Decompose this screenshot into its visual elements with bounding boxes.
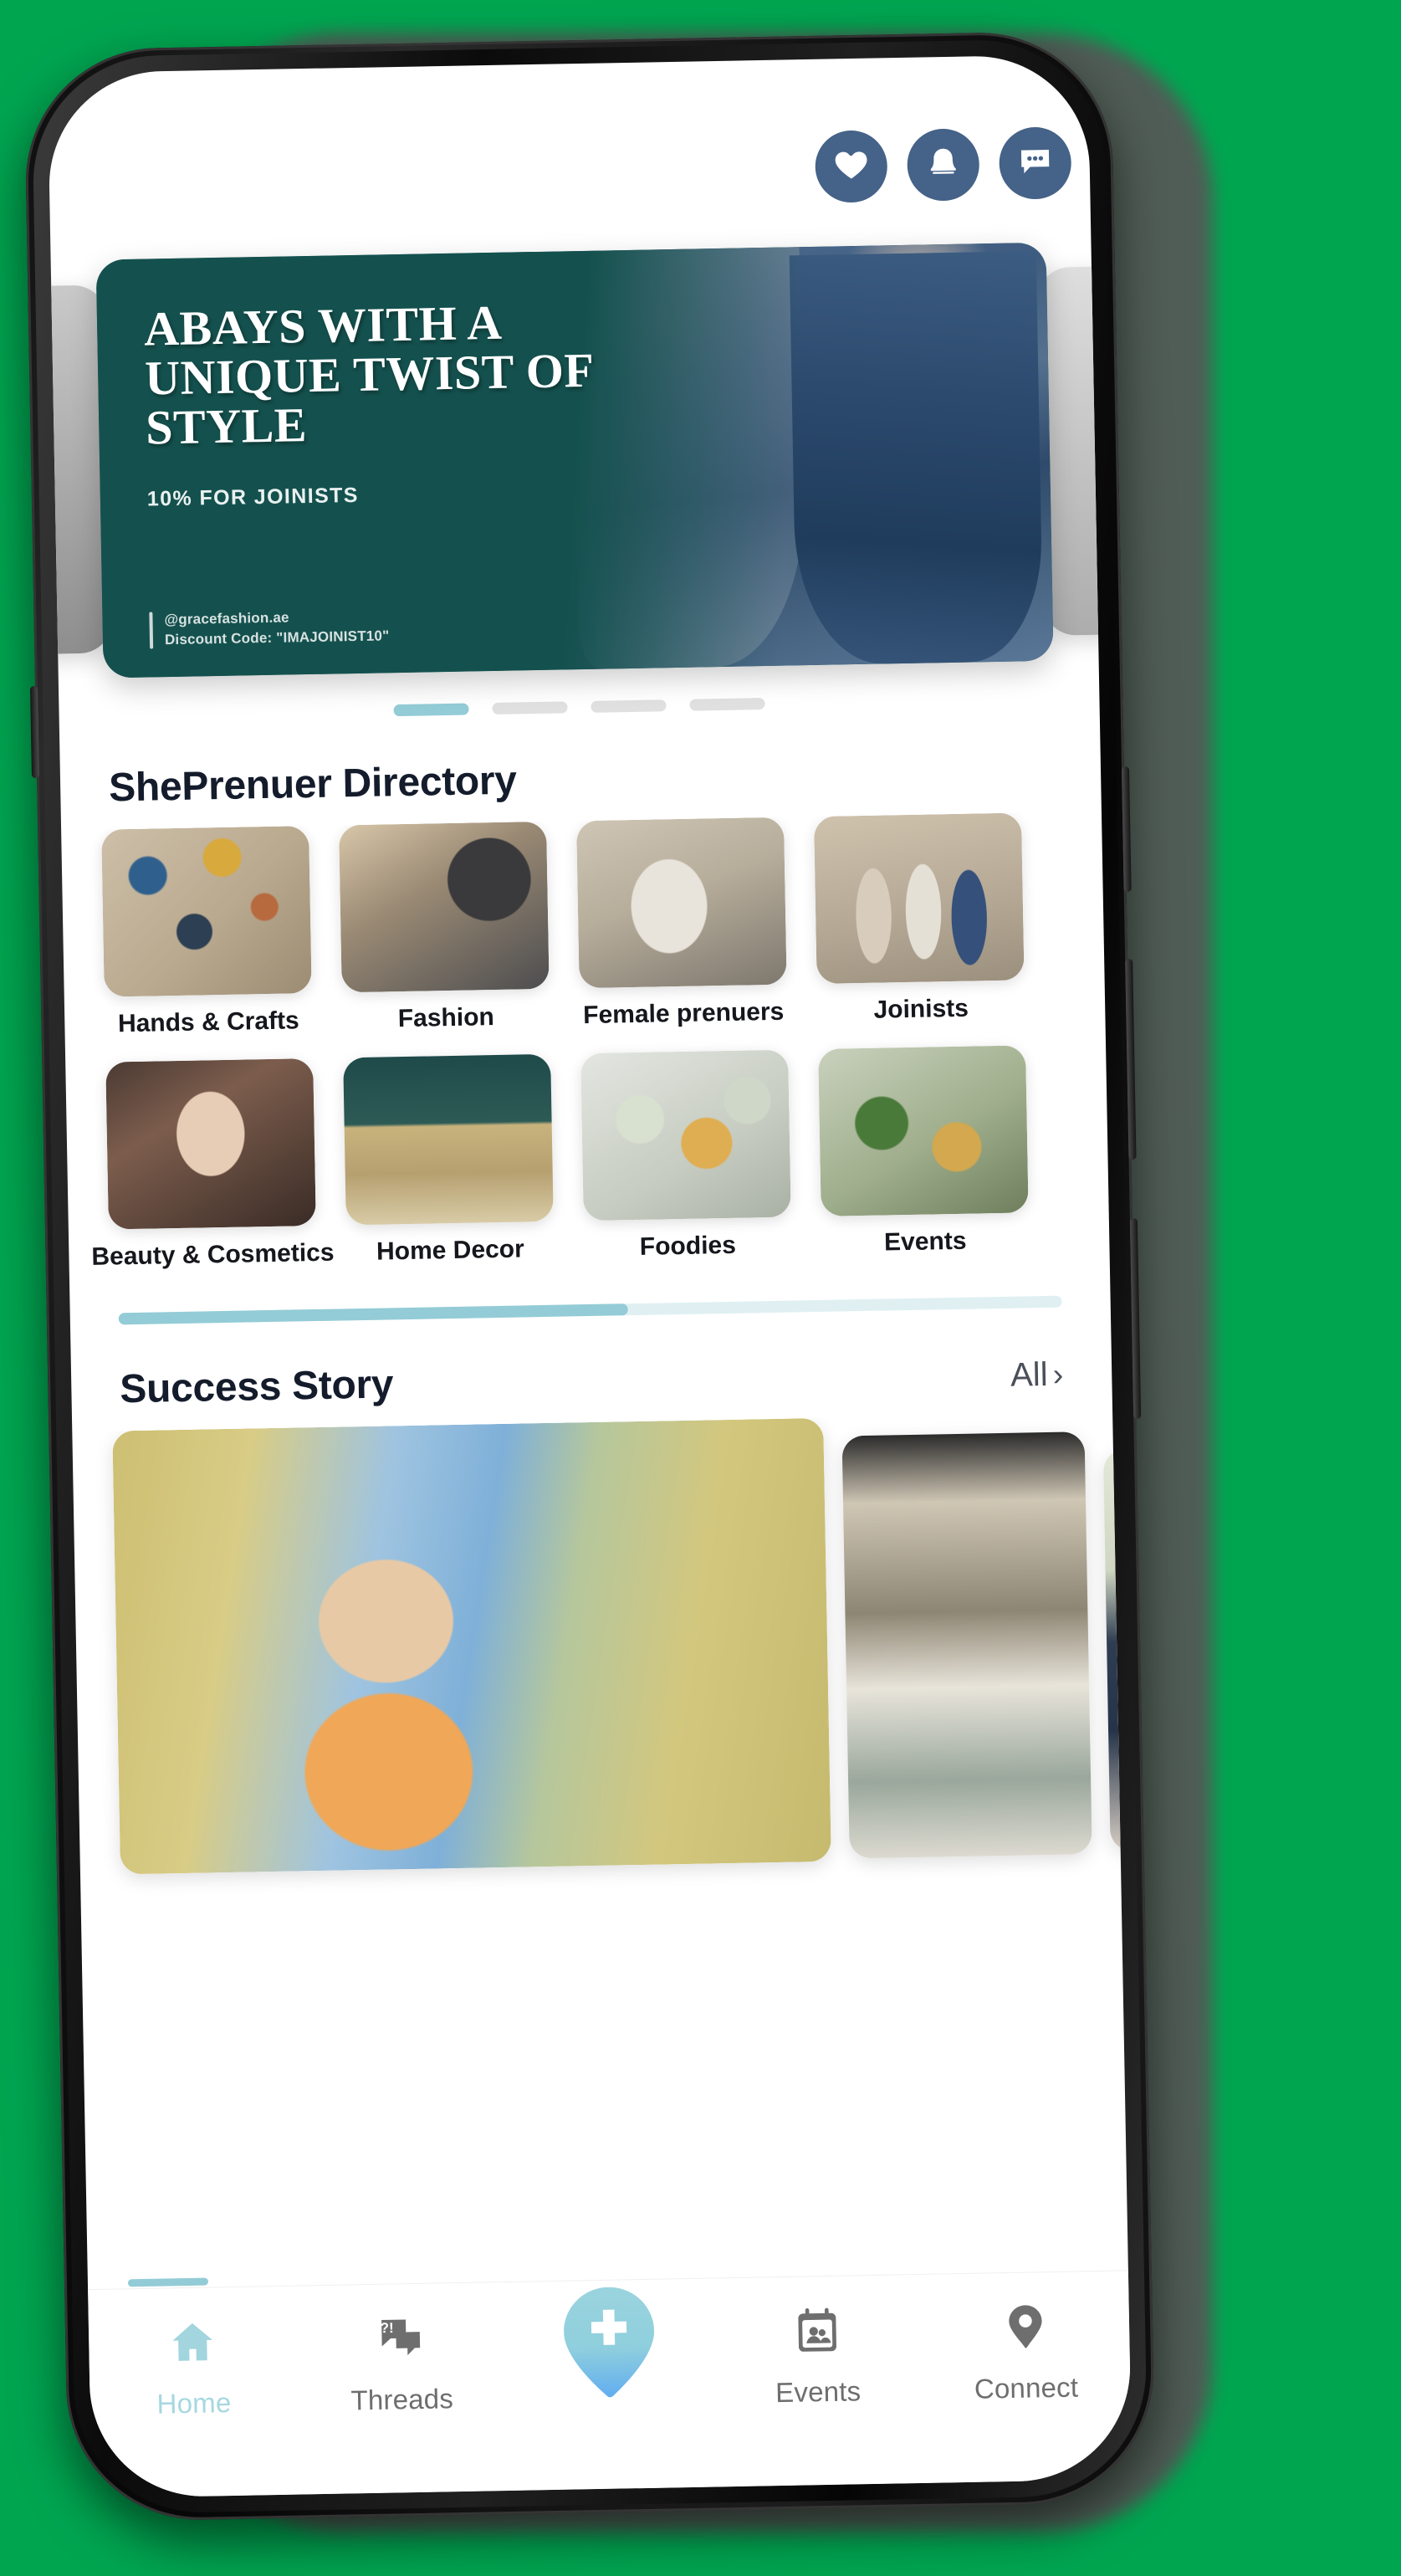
- directory-thumbnail: [580, 1049, 791, 1221]
- notifications-button[interactable]: [906, 128, 980, 202]
- promo-banner-title: ABAYS WITH A UNIQUE TWIST OF STYLE: [143, 294, 593, 455]
- carousel-dot-4[interactable]: [689, 698, 765, 711]
- directory-item-hands-crafts[interactable]: Hands & Crafts: [101, 826, 313, 1039]
- directory-item-label: Female prenuers: [582, 997, 785, 1030]
- success-section-header: Success Story All ›: [70, 1307, 1112, 1432]
- nav-item-events[interactable]: Events: [713, 2303, 923, 2410]
- promo-banner-footer-text: @gracefashion.ae Discount Code: "IMAJOIN…: [164, 607, 389, 648]
- directory-thumbnail: [101, 826, 312, 997]
- directory-thumbnail: [105, 1058, 316, 1230]
- plus-icon: [563, 2287, 655, 2399]
- promo-banner-content: ABAYS WITH A UNIQUE TWIST OF STYLE 10% F…: [96, 243, 1054, 679]
- success-story-indicator: [127, 2277, 209, 2287]
- carousel-dot-3[interactable]: [591, 699, 667, 713]
- directory-item-label: Foodies: [639, 1231, 737, 1261]
- directory-item-fashion[interactable]: Fashion: [339, 821, 550, 1035]
- success-story-card[interactable]: [112, 1417, 831, 1875]
- favorites-button[interactable]: [814, 130, 888, 203]
- directory-thumbnail: [339, 821, 550, 993]
- promo-banner-footer: @gracefashion.ae Discount Code: "IMAJOIN…: [149, 596, 1053, 649]
- nav-item-connect[interactable]: Connect: [921, 2299, 1131, 2406]
- screenshot-stage: ABAYS WITH A UNIQUE TWIST OF STYLE 10% F…: [0, 0, 1401, 2576]
- bottom-navigation: Home ?! Threads Events Connect: [88, 2270, 1133, 2499]
- promo-banner-accent-bar: [149, 612, 154, 649]
- heart-icon: [832, 146, 870, 187]
- app-header: [48, 54, 1091, 233]
- nav-label-connect: Connect: [974, 2371, 1079, 2404]
- create-post-button[interactable]: [504, 2287, 714, 2400]
- success-title: Success Story: [119, 1362, 394, 1412]
- directory-item-label: Hands & Crafts: [117, 1006, 300, 1038]
- chat-icon: [1016, 142, 1054, 184]
- messages-button[interactable]: [998, 126, 1072, 200]
- directory-item-events[interactable]: Events: [818, 1045, 1030, 1258]
- directory-section-header: ShePrenuer Directory: [59, 705, 1102, 831]
- carousel-dot-1[interactable]: [393, 703, 469, 717]
- directory-row-1: Hands & Crafts Fashion Female prenuers J…: [101, 812, 1105, 1039]
- directory-thumbnail: [813, 812, 1025, 984]
- directory-row-2: Beauty & Cosmetics Home Decor Foodies Ev…: [91, 1044, 1109, 1272]
- directory-item-home-decor[interactable]: Home Decor: [343, 1053, 555, 1268]
- directory-item-foodies[interactable]: Foodies: [580, 1049, 792, 1263]
- nav-label-events: Events: [775, 2375, 862, 2409]
- nav-label-home: Home: [156, 2387, 232, 2420]
- app-root: ABAYS WITH A UNIQUE TWIST OF STYLE 10% F…: [47, 54, 1133, 2499]
- threads-icon: ?!: [375, 2312, 427, 2369]
- home-icon: [166, 2316, 219, 2373]
- directory-thumbnail: [343, 1053, 554, 1226]
- nav-label-threads: Threads: [350, 2383, 454, 2416]
- nav-item-home[interactable]: Home: [89, 2315, 299, 2422]
- success-story-rail[interactable]: [72, 1413, 1128, 2290]
- success-story-card[interactable]: [841, 1431, 1092, 1859]
- calendar-icon: [790, 2305, 843, 2362]
- phone-mockup: ABAYS WITH A UNIQUE TWIST OF STYLE 10% F…: [23, 30, 1156, 2522]
- nav-item-threads[interactable]: ?! Threads: [296, 2311, 506, 2418]
- directory-thumbnail: [576, 817, 787, 989]
- directory-item-beauty-cosmetics[interactable]: Beauty & Cosmetics: [91, 1058, 335, 1272]
- directory-item-label: Home Decor: [376, 1235, 525, 1266]
- directory-item-female-prenuers[interactable]: Female prenuers: [576, 817, 788, 1031]
- promo-banner-handle: @gracefashion.ae: [164, 609, 289, 628]
- directory-grid[interactable]: Hands & Crafts Fashion Female prenuers J…: [61, 812, 1109, 1273]
- promo-banner-subtitle: 10% FOR JOINISTS: [146, 484, 360, 512]
- directory-thumbnail: [818, 1045, 1029, 1216]
- phone-screen: ABAYS WITH A UNIQUE TWIST OF STYLE 10% F…: [47, 54, 1133, 2499]
- directory-item-label: Joinists: [873, 994, 969, 1024]
- svg-text:?!: ?!: [381, 2320, 394, 2336]
- directory-item-joinists[interactable]: Joinists: [813, 812, 1025, 1026]
- bell-icon: [924, 144, 962, 186]
- carousel-dot-2[interactable]: [492, 701, 568, 715]
- directory-item-label: Fashion: [397, 1003, 495, 1033]
- success-view-all-label: All: [1010, 1355, 1048, 1394]
- success-view-all-button[interactable]: All ›: [1010, 1356, 1064, 1395]
- directory-item-label: Events: [883, 1227, 967, 1257]
- promo-carousel[interactable]: ABAYS WITH A UNIQUE TWIST OF STYLE 10% F…: [47, 217, 1133, 704]
- promo-banner-discount: Discount Code: "IMAJOINIST10": [164, 627, 390, 648]
- location-icon: [999, 2301, 1051, 2358]
- promo-banner-card[interactable]: ABAYS WITH A UNIQUE TWIST OF STYLE 10% F…: [95, 242, 1054, 679]
- chevron-right-icon: ›: [1052, 1357, 1064, 1393]
- directory-item-label: Beauty & Cosmetics: [91, 1238, 335, 1271]
- directory-title: ShePrenuer Directory: [108, 758, 518, 811]
